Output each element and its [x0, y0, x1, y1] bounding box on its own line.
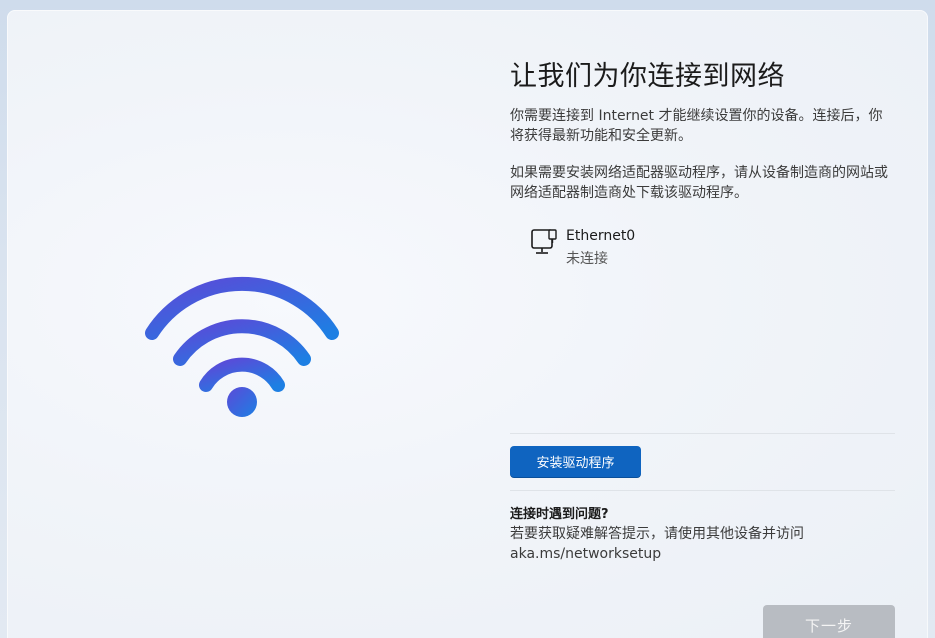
intro-paragraph: 你需要连接到 Internet 才能继续设置你的设备。连接后，你将获得最新功能和…	[510, 108, 883, 144]
network-name: Ethernet0	[566, 228, 636, 244]
divider	[510, 433, 895, 434]
install-driver-button[interactable]: 安装驱动程序	[510, 446, 641, 477]
driver-paragraph: 如果需要安装网络适配器驱动程序，请从设备制造商的网站或网络适配器制造商处下载该驱…	[510, 165, 888, 201]
ethernet-icon	[531, 229, 557, 254]
network-item-ethernet0[interactable]: Ethernet0 未连接	[530, 226, 730, 268]
network-status: 未连接	[566, 251, 608, 267]
help-text: 若要获取疑难解答提示，请使用其他设备并访问 aka.ms/networksetu…	[510, 526, 804, 562]
wifi-illustration-icon	[145, 276, 339, 417]
help-title: 连接时遇到问题?	[510, 507, 609, 522]
divider	[510, 490, 895, 491]
page-title: 让我们为你连接到网络	[510, 61, 785, 92]
setup-panel: 让我们为你连接到网络 你需要连接到 Internet 才能继续设置你的设备。连接…	[7, 10, 928, 638]
next-button[interactable]: 下一步	[763, 605, 895, 638]
